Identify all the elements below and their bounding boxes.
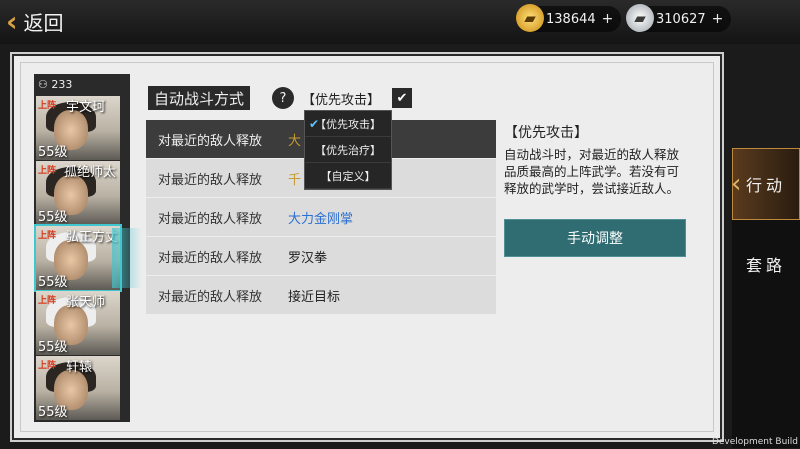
- character-card[interactable]: 上阵 孤绝师太 55级: [36, 161, 120, 225]
- character-level: 55级: [38, 145, 68, 160]
- auto-battle-title: 自动战斗方式: [148, 86, 251, 110]
- description-title: 【优先攻击】: [504, 125, 588, 141]
- character-card-selected[interactable]: 上阵 弘正方丈 55级: [34, 224, 122, 292]
- dropdown-option-custom[interactable]: 【自定义】: [305, 163, 391, 189]
- skill-target: 对最近的敌人释放: [158, 289, 263, 305]
- character-level: 55级: [38, 340, 68, 355]
- manual-adjust-button[interactable]: 手动调整: [504, 219, 686, 257]
- add-gold-button[interactable]: +: [602, 11, 614, 27]
- skill-target: 对最近的敌人释放: [158, 172, 263, 188]
- skill-row[interactable]: 对最近的敌人释放 罗汉拳: [146, 237, 496, 275]
- dropdown-option-attack[interactable]: ✔ 【优先攻击】: [305, 111, 391, 137]
- checkmark-icon: ✔: [309, 116, 320, 131]
- back-button[interactable]: ‹ 返回: [6, 4, 64, 38]
- back-label: 返回: [23, 10, 64, 35]
- character-card[interactable]: 上阵 张天师 55级: [36, 291, 120, 355]
- character-name: 轩辕: [66, 360, 93, 375]
- skill-row[interactable]: 对最近的敌人释放 接近目标: [146, 276, 496, 314]
- skill-name: 接近目标: [288, 289, 341, 305]
- check-icon: ✔: [396, 90, 408, 106]
- tab-routine[interactable]: 套路: [732, 228, 800, 300]
- character-card[interactable]: 上阵 宇文珂 55级: [36, 96, 120, 160]
- people-icon: ⚇: [38, 78, 48, 91]
- selection-glow: [112, 228, 142, 288]
- dev-build-label: Development Build: [711, 437, 798, 447]
- dropdown-toggle[interactable]: ✔: [392, 88, 412, 108]
- character-name: 张天师: [66, 295, 106, 310]
- character-level: 55级: [38, 275, 68, 290]
- selected-mode[interactable]: 【优先攻击】: [302, 89, 380, 108]
- gold-ingot-icon: ▰: [516, 4, 544, 32]
- dropdown-option-heal[interactable]: 【优先治疗】: [305, 137, 391, 163]
- gold-currency: ▰ 138644 +: [516, 4, 622, 32]
- deployed-tag: 上阵: [38, 361, 57, 371]
- deployed-tag: 上阵: [38, 166, 57, 176]
- character-name: 弘正方丈: [66, 230, 119, 245]
- character-count: ⚇ 233: [38, 78, 73, 91]
- deployed-tag: 上阵: [38, 101, 57, 111]
- deployed-tag: 上阵: [38, 231, 57, 241]
- character-name: 孤绝师太: [64, 165, 117, 180]
- silver-currency: ▰ 310627 +: [626, 4, 732, 32]
- skill-name: 大力金刚掌: [288, 211, 354, 227]
- character-name: 宇文珂: [66, 100, 106, 115]
- skill-name: 大: [288, 133, 302, 149]
- silver-ingot-icon: ▰: [626, 4, 654, 32]
- add-silver-button[interactable]: +: [712, 11, 724, 27]
- skill-target: 对最近的敌人释放: [158, 250, 263, 266]
- skill-target: 对最近的敌人释放: [158, 211, 263, 227]
- deployed-tag: 上阵: [38, 296, 57, 306]
- skill-row[interactable]: 对最近的敌人释放 大力金刚掌: [146, 198, 496, 236]
- character-card[interactable]: 上阵 轩辕 55级: [36, 356, 120, 420]
- skill-name: 千: [288, 172, 302, 188]
- skill-target: 对最近的敌人释放: [158, 133, 263, 149]
- description-text: 自动战斗时，对最近的敌人释放品质最高的上阵武学。若没有可释放的武学时，尝试接近敌…: [504, 147, 680, 196]
- character-level: 55级: [38, 210, 68, 225]
- skill-name: 罗汉拳: [288, 250, 328, 266]
- gold-amount: 138644: [546, 11, 596, 27]
- tab-action[interactable]: 行动: [731, 148, 800, 220]
- mode-dropdown-menu: ✔ 【优先攻击】 【优先治疗】 【自定义】: [304, 110, 392, 190]
- chevron-left-icon: ‹: [6, 4, 18, 38]
- side-tabs: 行动 套路: [731, 148, 800, 448]
- help-button[interactable]: ?: [272, 87, 294, 109]
- silver-amount: 310627: [656, 11, 706, 27]
- character-level: 55级: [38, 405, 68, 420]
